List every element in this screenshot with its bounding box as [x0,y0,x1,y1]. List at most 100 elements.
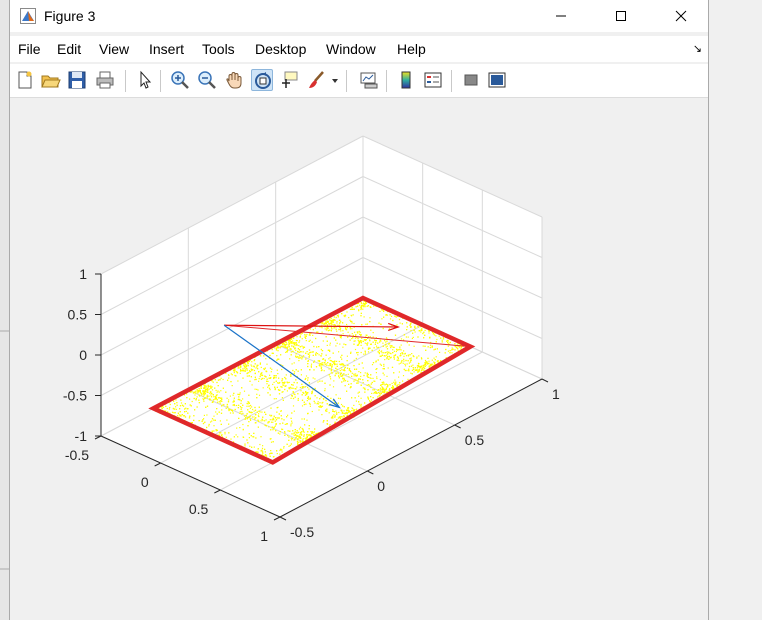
cloud-point [346,390,348,392]
cloud-point [396,348,398,350]
cloud-point [268,387,271,389]
cloud-point [211,430,213,432]
cloud-point [404,363,406,365]
cloud-point [220,412,223,414]
cloud-point [414,367,416,369]
cloud-point [400,344,402,346]
cloud-point [322,421,324,423]
cloud-point [230,438,232,440]
cloud-point [264,367,266,369]
cloud-point [344,314,346,316]
cloud-point [241,407,243,409]
cloud-point [371,364,374,366]
cloud-point [368,384,370,386]
cloud-point [315,352,317,354]
cloud-point [439,351,441,353]
cloud-point [312,432,314,434]
cloud-point [321,322,324,324]
cloud-point [200,394,203,396]
cloud-point [302,387,304,389]
cloud-point [234,408,236,411]
cloud-point [336,412,338,414]
cloud-point [399,322,401,324]
cloud-point [428,360,430,362]
axes-3d[interactable]: -0.500.51 -0.500.51-1-0.500.51 [0,0,762,620]
cloud-point [195,399,197,401]
cloud-point [360,308,362,311]
cloud-point [357,332,359,334]
cloud-point [372,397,374,399]
cloud-point [342,322,344,324]
cloud-point [348,383,350,385]
cloud-point [351,328,353,330]
cloud-point [276,411,278,413]
cloud-point [329,357,331,359]
cloud-point [186,408,188,410]
cloud-point [438,335,440,337]
cloud-point [258,380,260,382]
cloud-point [386,340,388,342]
cloud-point [361,337,363,339]
cloud-point [309,403,311,405]
cloud-point [301,345,303,347]
cloud-point [253,446,255,448]
cloud-point [243,370,245,372]
cloud-point [397,356,399,358]
cloud-point [408,344,410,346]
cloud-point [372,332,374,334]
cloud-point [262,416,264,418]
cloud-point [290,354,292,356]
cloud-point [337,373,339,375]
cloud-point [327,320,329,322]
cloud-point [179,411,181,413]
cloud-point [424,363,427,365]
cloud-point [355,334,357,336]
cloud-point [298,436,300,438]
cloud-point [399,355,401,357]
cloud-point [366,375,368,377]
cloud-point [268,426,270,428]
cloud-point [429,337,431,339]
cloud-point [329,364,332,366]
cloud-point [417,369,419,371]
cloud-point [330,317,332,319]
cloud-point [237,407,239,409]
cloud-point [299,434,301,436]
cloud-point [208,388,210,390]
cloud-point [247,409,249,411]
cloud-point [349,411,351,413]
cloud-point [321,331,323,333]
cloud-point [362,308,364,310]
cloud-point [268,377,270,379]
x-tick-label: -0.5 [65,447,89,463]
cloud-point [168,408,170,410]
cloud-point [197,391,199,393]
cloud-point [276,386,278,388]
cloud-point [250,411,252,413]
cloud-point [353,375,355,377]
cloud-point [247,442,249,444]
cloud-point [329,319,331,321]
cloud-point [281,368,283,371]
cloud-point [407,336,409,338]
cloud-point [389,388,391,390]
cloud-point [392,352,394,354]
cloud-point [411,353,413,355]
cloud-point [250,364,252,366]
cloud-point [293,434,295,437]
cloud-point [325,321,327,323]
cloud-point [180,399,182,401]
cloud-point [349,328,351,330]
cloud-point [302,428,304,430]
cloud-point [264,424,266,426]
cloud-point [289,358,291,360]
cloud-point [399,382,401,384]
cloud-point [306,419,308,421]
cloud-point [294,431,296,433]
cloud-point [307,431,309,433]
cloud-point [299,386,301,389]
cloud-point [341,374,344,376]
cloud-point [255,437,257,439]
cloud-point [412,364,414,366]
cloud-point [395,381,397,383]
